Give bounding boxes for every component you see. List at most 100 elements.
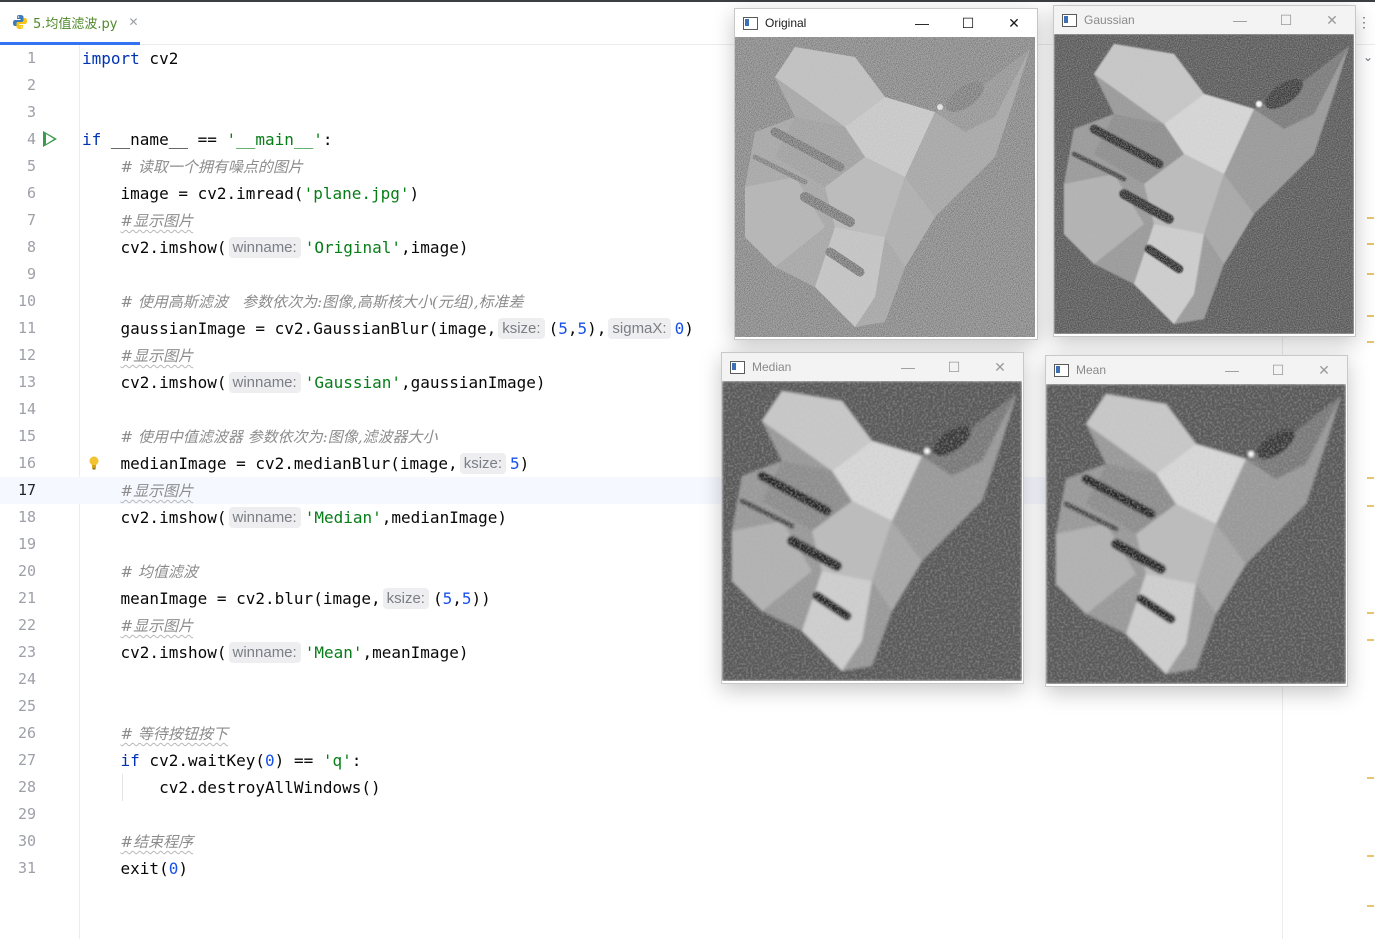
window-median[interactable]: Median — ☐ ✕	[721, 352, 1024, 684]
minimize-button[interactable]: —	[899, 9, 945, 37]
line-number: 3	[26, 103, 36, 121]
scrollbar-markers[interactable]	[1367, 45, 1375, 939]
line-number: 1	[26, 49, 36, 67]
line-number: 6	[26, 184, 36, 202]
maximize-button[interactable]: ☐	[1255, 356, 1301, 384]
line-number: 12	[17, 346, 36, 364]
code-text[interactable]: # 使用中值滤波器 参数依次为:图像,滤波器大小	[82, 423, 438, 451]
line-number: 9	[26, 265, 36, 283]
window-mean[interactable]: Mean — ☐ ✕	[1045, 355, 1348, 687]
python-file-icon	[13, 15, 27, 29]
code-line[interactable]: 30 #结束程序	[0, 828, 1283, 855]
window-titlebar[interactable]: Median — ☐ ✕	[722, 353, 1023, 381]
window-titlebar[interactable]: Gaussian — ☐ ✕	[1054, 6, 1355, 34]
close-button[interactable]: ✕	[977, 353, 1023, 381]
minimize-button[interactable]: —	[1209, 356, 1255, 384]
maximize-button[interactable]: ☐	[945, 9, 991, 37]
line-number: 22	[17, 616, 36, 634]
code-line[interactable]: 31 exit(0)	[0, 855, 1283, 882]
line-number: 20	[17, 562, 36, 580]
code-text[interactable]: cv2.imshow(winname: 'Gaussian',gaussianIm…	[82, 369, 546, 396]
close-button[interactable]: ✕	[991, 9, 1037, 37]
code-text[interactable]: #显示图片	[82, 207, 194, 235]
code-text[interactable]: cv2.imshow(winname: 'Median',medianImage)	[82, 504, 507, 531]
code-text[interactable]: cv2.imshow(winname: 'Mean',meanImage)	[82, 639, 468, 666]
window-title: Mean	[1076, 363, 1107, 377]
window-title: Median	[752, 360, 792, 374]
line-number: 24	[17, 670, 36, 688]
code-text[interactable]: # 使用高斯滤波 参数依次为:图像,高斯核大小(元组),标准差	[82, 288, 524, 316]
code-text[interactable]: #显示图片	[82, 612, 194, 640]
line-number: 13	[17, 373, 36, 391]
line-number: 8	[26, 238, 36, 256]
minimize-button[interactable]: —	[1217, 6, 1263, 34]
window-original[interactable]: Original — ☐ ✕	[734, 8, 1038, 340]
code-text[interactable]: gaussianImage = cv2.GaussianBlur(image, k…	[82, 315, 694, 342]
window-app-icon	[1062, 13, 1077, 27]
tab-filename: 5.均值滤波.py	[33, 16, 118, 32]
code-text[interactable]: # 等待按钮按下	[82, 720, 228, 748]
window-titlebar[interactable]: Original — ☐ ✕	[735, 9, 1037, 37]
code-line[interactable]: 28 cv2.destroyAllWindows()	[0, 774, 1283, 801]
line-number: 28	[17, 778, 36, 796]
code-text[interactable]: # 读取一个拥有噪点的图片	[82, 153, 303, 181]
image-mean	[1046, 384, 1346, 684]
code-text[interactable]: cv2.destroyAllWindows()	[82, 774, 381, 801]
tab-file[interactable]: 5.均值滤波.py ✕	[0, 2, 140, 45]
line-number: 4	[26, 130, 36, 148]
line-number: 25	[17, 697, 36, 715]
close-button[interactable]: ✕	[1309, 6, 1355, 34]
line-number: 31	[17, 859, 36, 877]
line-number: 5	[26, 157, 36, 175]
minimize-button[interactable]: —	[885, 353, 931, 381]
window-app-icon	[730, 360, 745, 374]
code-text[interactable]: meanImage = cv2.blur(image, ksize: (5,5))	[82, 585, 491, 612]
window-app-icon	[1054, 363, 1069, 377]
line-number: 26	[17, 724, 36, 742]
window-title: Original	[765, 16, 807, 30]
code-text[interactable]: image = cv2.imread('plane.jpg')	[82, 180, 420, 207]
line-number: 11	[17, 319, 36, 337]
code-text[interactable]: import cv2	[82, 45, 178, 72]
close-button[interactable]: ✕	[1301, 356, 1347, 384]
code-text[interactable]: cv2.imshow(winname: 'Original',image)	[82, 234, 468, 261]
window-gaussian[interactable]: Gaussian — ☐ ✕	[1053, 5, 1356, 337]
window-titlebar[interactable]: Mean — ☐ ✕	[1046, 356, 1347, 384]
line-number: 21	[17, 589, 36, 607]
line-number: 27	[17, 751, 36, 769]
line-number: 16	[17, 454, 36, 472]
code-text[interactable]: #结束程序	[82, 828, 194, 856]
run-icon[interactable]	[43, 131, 57, 147]
line-number: 14	[17, 400, 36, 418]
code-text[interactable]: #显示图片	[82, 477, 194, 505]
image-original	[735, 37, 1035, 337]
line-number: 17	[17, 481, 36, 499]
line-number: 19	[17, 535, 36, 553]
image-gaussian	[1054, 34, 1354, 334]
more-options-icon[interactable]: ⋮	[1357, 14, 1371, 31]
lightbulb-icon[interactable]	[89, 456, 99, 470]
code-line[interactable]: 29	[0, 801, 1283, 828]
maximize-button[interactable]: ☐	[1263, 6, 1309, 34]
code-text[interactable]: if __name__ == '__main__':	[82, 126, 332, 153]
window-app-icon	[743, 16, 758, 30]
code-text[interactable]: # 均值滤波	[82, 558, 198, 586]
image-median	[722, 381, 1022, 681]
line-number: 2	[26, 76, 36, 94]
code-text[interactable]: #显示图片	[82, 342, 194, 370]
close-tab-icon[interactable]: ✕	[128, 15, 138, 29]
code-text[interactable]: if cv2.waitKey(0) == 'q':	[82, 747, 362, 774]
code-line[interactable]: 25	[0, 693, 1283, 720]
code-text[interactable]: medianImage = cv2.medianBlur(image, ksize…	[82, 450, 529, 477]
maximize-button[interactable]: ☐	[931, 353, 977, 381]
line-number: 29	[17, 805, 36, 823]
code-line[interactable]: 26 # 等待按钮按下	[0, 720, 1283, 747]
line-number: 18	[17, 508, 36, 526]
line-number: 15	[17, 427, 36, 445]
code-line[interactable]: 27 if cv2.waitKey(0) == 'q':	[0, 747, 1283, 774]
window-title: Gaussian	[1084, 13, 1135, 27]
line-number: 7	[26, 211, 36, 229]
line-number: 23	[17, 643, 36, 661]
code-text[interactable]: exit(0)	[82, 855, 188, 882]
indent-guide	[122, 774, 123, 801]
